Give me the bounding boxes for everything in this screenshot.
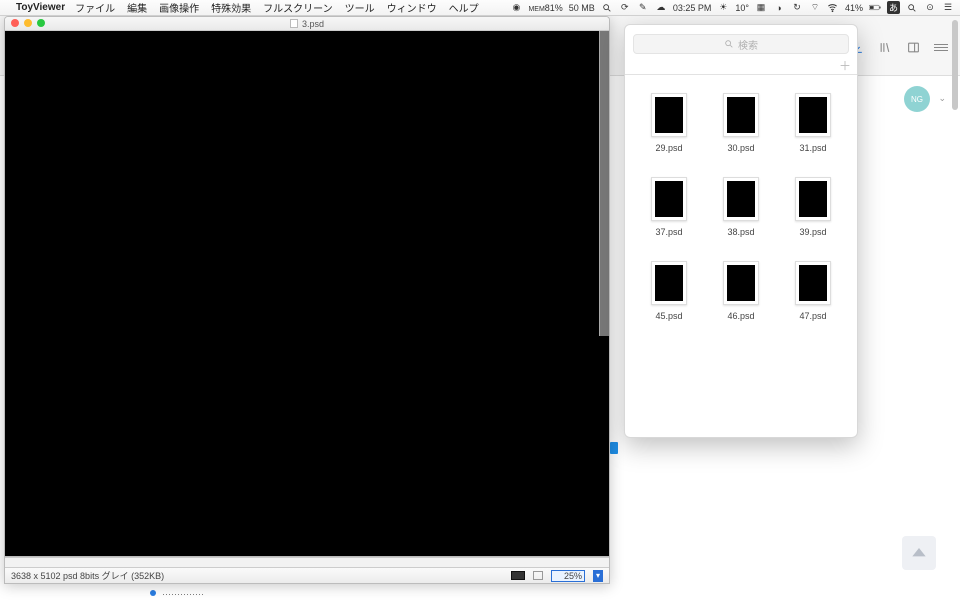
menu-tools[interactable]: ツール [345,0,375,15]
file-item[interactable]: 46.psd [723,261,759,321]
file-name: 45.psd [655,311,682,321]
file-grid: 29.psd 30.psd 31.psd 37.psd 38.psd 39.ps… [625,75,857,329]
bullet-icon [150,590,156,596]
image-canvas[interactable] [5,31,609,557]
background-toolbar-icons [850,40,948,54]
panel-tabbar: ＋ [625,57,857,75]
display-mode-icon[interactable] [511,571,525,580]
zoom-button[interactable] [37,19,45,27]
search-placeholder: 検索 [738,37,758,52]
window-title: 3.psd [290,19,324,29]
minimize-button[interactable] [24,19,32,27]
file-item[interactable]: 45.psd [651,261,687,321]
search-input[interactable]: 検索 [633,34,849,54]
file-name: 30.psd [727,143,754,153]
zoom-dropdown-caret[interactable]: ▾ [593,570,603,582]
status-app-icon[interactable]: ◉ [510,2,522,14]
file-item[interactable]: 30.psd [723,93,759,153]
status-mem[interactable]: MEM81% [528,3,562,13]
file-thumbnail [795,177,831,221]
file-item[interactable]: 38.psd [723,177,759,237]
file-item[interactable]: 47.psd [795,261,831,321]
background-scrollbar[interactable] [952,20,958,110]
control-center-icon[interactable]: ⊙ [924,2,936,14]
file-name: 46.psd [727,311,754,321]
wifi-icon[interactable] [827,2,839,14]
status-clock[interactable]: 03:25 PM [673,3,712,13]
weather-icon[interactable]: ☀ [717,2,729,14]
file-name: 39.psd [799,227,826,237]
cloud-icon[interactable]: ☁ [655,2,667,14]
file-name: 38.psd [727,227,754,237]
file-name: 37.psd [655,227,682,237]
file-thumbnail [723,93,759,137]
document-window: 3.psd 3638 x 5102 psd 8bits グレイ (352KB) … [4,16,610,584]
library-icon[interactable] [878,40,892,54]
file-item[interactable]: 29.psd [651,93,687,153]
file-item[interactable]: 37.psd [651,177,687,237]
bluetooth-icon[interactable]: ⌔ [809,2,821,14]
file-thumbnail [723,177,759,221]
status-extra2-icon[interactable]: ◑ [773,2,785,14]
search-row: 検索 [625,25,857,57]
file-browser-panel: 検索 ＋ 29.psd 30.psd 31.psd 37.psd 38.psd … [624,24,858,438]
file-thumbnail [795,261,831,305]
close-button[interactable] [11,19,19,27]
menu-edit[interactable]: 編集 [127,0,147,15]
app-name[interactable]: ToyViewer [16,2,65,13]
status-ime[interactable]: あ [887,1,900,14]
file-thumbnail [651,177,687,221]
file-item[interactable]: 39.psd [795,177,831,237]
zoom-field[interactable]: 25% [551,570,585,582]
menu-image[interactable]: 画像操作 [159,0,199,15]
status-bar: 3638 x 5102 psd 8bits グレイ (352KB) 25% ▾ [5,567,609,583]
menu-file[interactable]: ファイル [75,0,115,15]
search-icon [724,39,734,49]
status-battery-pct[interactable]: 41% [845,3,863,13]
search-icon[interactable] [601,2,613,14]
file-icon [290,19,298,28]
file-thumbnail [723,261,759,305]
menu-window[interactable]: ウィンドウ [387,0,437,15]
menubar: ToyViewer ファイル 編集 画像操作 特殊効果 フルスクリーン ツール … [0,0,960,16]
menu-fullscreen[interactable]: フルスクリーン [263,0,333,15]
sidebar-icon[interactable] [906,40,920,54]
back-to-top-button[interactable] [902,536,936,570]
file-name: 29.psd [655,143,682,153]
sync-icon[interactable]: ⟳ [619,2,631,14]
file-item[interactable]: 31.psd [795,93,831,153]
status-temp[interactable]: 10° [735,3,749,13]
menu-help[interactable]: ヘルプ [449,0,479,15]
file-thumbnail [651,93,687,137]
file-name: 47.psd [799,311,826,321]
image-info: 3638 x 5102 psd 8bits グレイ (352KB) [11,569,164,582]
spotlight-icon[interactable] [906,2,918,14]
file-thumbnail [651,261,687,305]
window-titlebar[interactable]: 3.psd [5,17,609,31]
traffic-lights [11,19,45,27]
notification-icon[interactable]: ☰ [942,2,954,14]
blue-indicator [610,442,618,454]
menubar-status: ◉ MEM81% 50 MB ⟳ ✎ ☁ 03:25 PM ☀ 10° ▦ ◑ … [510,1,954,14]
menu-effects[interactable]: 特殊効果 [211,0,251,15]
status-extra3-icon[interactable]: ↻ [791,2,803,14]
file-thumbnail [795,93,831,137]
eyedropper-icon[interactable]: ✎ [637,2,649,14]
hamburger-icon[interactable] [934,44,948,51]
avatar[interactable]: NG [904,86,930,112]
page-peek-text: ‥‥‥‥‥‥‥ [150,587,204,598]
window-title-text: 3.psd [302,19,324,29]
status-extra1-icon[interactable]: ▦ [755,2,767,14]
horizontal-scrollbar[interactable] [5,557,609,567]
peek-label: ‥‥‥‥‥‥‥ [162,587,204,598]
status-mem-size[interactable]: 50 MB [569,3,595,13]
vertical-scrollbar[interactable] [599,31,609,336]
avatar-menu-caret[interactable]: ⌄ [938,93,946,104]
file-name: 31.psd [799,143,826,153]
battery-icon[interactable] [869,2,881,14]
add-tab-button[interactable]: ＋ [839,57,851,74]
display-mode-alt-icon[interactable] [533,571,543,580]
